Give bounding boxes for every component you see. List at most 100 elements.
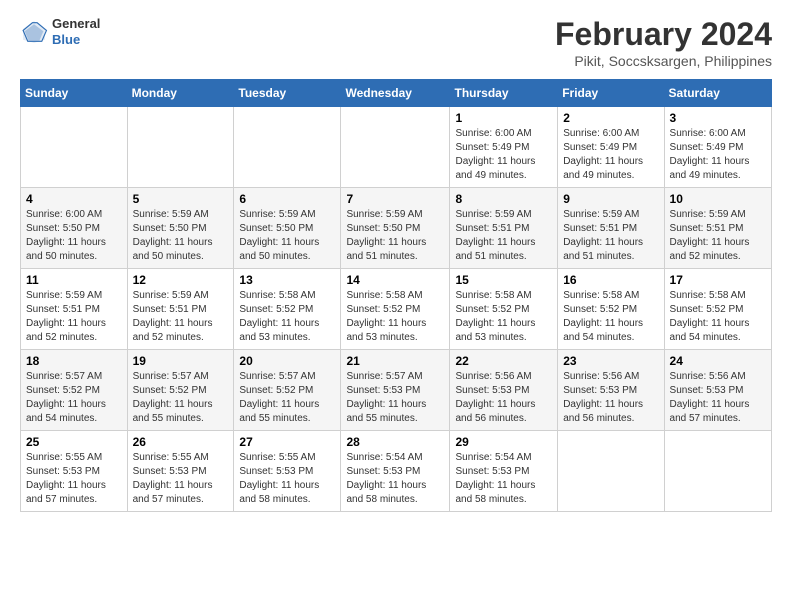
day-number: 21: [346, 354, 444, 368]
day-number: 15: [455, 273, 552, 287]
logo-icon: [20, 18, 48, 46]
day-info: Sunrise: 6:00 AMSunset: 5:49 PMDaylight:…: [455, 127, 552, 183]
logo: General Blue: [20, 16, 100, 47]
calendar-cell: 22 Sunrise: 5:56 AMSunset: 5:53 PMDayligh…: [450, 350, 558, 431]
day-number: 26: [133, 435, 229, 449]
calendar-cell: 29Sunrise: 5:54 AMSunset: 5:53 PMDayligh…: [450, 431, 558, 512]
calendar-cell: [234, 107, 341, 188]
day-number: 3: [670, 111, 766, 125]
calendar-cell: 2 Sunrise: 6:00 AMSunset: 5:49 PMDaylight…: [558, 107, 664, 188]
calendar-cell: [21, 107, 128, 188]
calendar-cell: 12 Sunrise: 5:59 AMSunset: 5:51 PMDayligh…: [127, 269, 234, 350]
location: Pikit, Soccsksargen, Philippines: [555, 53, 772, 69]
calendar-header: SundayMondayTuesdayWednesdayThursdayFrid…: [21, 80, 772, 107]
day-info: Sunrise: 5:59 AMSunset: 5:51 PMDaylight:…: [26, 289, 122, 345]
calendar-cell: 10Sunrise: 5:59 AMSunset: 5:51 PMDayligh…: [664, 188, 771, 269]
calendar-cell: 15 Sunrise: 5:58 AMSunset: 5:52 PMDayligh…: [450, 269, 558, 350]
day-info: Sunrise: 5:57 AMSunset: 5:52 PMDaylight:…: [133, 370, 229, 426]
day-number: 22: [455, 354, 552, 368]
weekday-header: Thursday: [450, 80, 558, 107]
day-number: 7: [346, 192, 444, 206]
calendar-cell: 24 Sunrise: 5:56 AMSunset: 5:53 PMDayligh…: [664, 350, 771, 431]
calendar-week-row: 25Sunrise: 5:55 AMSunset: 5:53 PMDayligh…: [21, 431, 772, 512]
day-number: 17: [670, 273, 766, 287]
day-number: 23: [563, 354, 658, 368]
day-number: 13: [239, 273, 335, 287]
day-info: Sunrise: 6:00 AMSunset: 5:50 PMDaylight:…: [26, 208, 122, 264]
header: General Blue February 2024 Pikit, Soccsk…: [20, 16, 772, 69]
calendar-cell: 9 Sunrise: 5:59 AMSunset: 5:51 PMDaylight…: [558, 188, 664, 269]
day-info: Sunrise: 5:58 AMSunset: 5:52 PMDaylight:…: [563, 289, 658, 345]
day-info: Sunrise: 5:55 AMSunset: 5:53 PMDaylight:…: [26, 451, 122, 507]
calendar: SundayMondayTuesdayWednesdayThursdayFrid…: [20, 79, 772, 512]
logo-blue: Blue: [52, 32, 100, 48]
day-number: 2: [563, 111, 658, 125]
day-info: Sunrise: 5:58 AMSunset: 5:52 PMDaylight:…: [455, 289, 552, 345]
day-info: Sunrise: 5:58 AMSunset: 5:52 PMDaylight:…: [239, 289, 335, 345]
calendar-cell: 16 Sunrise: 5:58 AMSunset: 5:52 PMDayligh…: [558, 269, 664, 350]
calendar-cell: 25Sunrise: 5:55 AMSunset: 5:53 PMDayligh…: [21, 431, 128, 512]
day-info: Sunrise: 5:58 AMSunset: 5:52 PMDaylight:…: [670, 289, 766, 345]
month-year: February 2024: [555, 16, 772, 53]
calendar-cell: 21Sunrise: 5:57 AMSunset: 5:53 PMDayligh…: [341, 350, 450, 431]
day-number: 5: [133, 192, 229, 206]
day-info: Sunrise: 5:59 AMSunset: 5:51 PMDaylight:…: [455, 208, 552, 264]
calendar-cell: 27 Sunrise: 5:55 AMSunset: 5:53 PMDayligh…: [234, 431, 341, 512]
calendar-cell: [127, 107, 234, 188]
calendar-cell: 26 Sunrise: 5:55 AMSunset: 5:53 PMDayligh…: [127, 431, 234, 512]
day-info: Sunrise: 6:00 AMSunset: 5:49 PMDaylight:…: [563, 127, 658, 183]
day-number: 8: [455, 192, 552, 206]
weekday-row: SundayMondayTuesdayWednesdayThursdayFrid…: [21, 80, 772, 107]
day-number: 1: [455, 111, 552, 125]
day-info: Sunrise: 5:57 AMSunset: 5:52 PMDaylight:…: [239, 370, 335, 426]
calendar-week-row: 18 Sunrise: 5:57 AMSunset: 5:52 PMDayligh…: [21, 350, 772, 431]
calendar-cell: 4 Sunrise: 6:00 AMSunset: 5:50 PMDaylight…: [21, 188, 128, 269]
day-number: 9: [563, 192, 658, 206]
title-section: February 2024 Pikit, Soccsksargen, Phili…: [555, 16, 772, 69]
calendar-cell: 28Sunrise: 5:54 AMSunset: 5:53 PMDayligh…: [341, 431, 450, 512]
day-number: 18: [26, 354, 122, 368]
calendar-cell: 6 Sunrise: 5:59 AMSunset: 5:50 PMDaylight…: [234, 188, 341, 269]
calendar-cell: 23 Sunrise: 5:56 AMSunset: 5:53 PMDayligh…: [558, 350, 664, 431]
day-info: Sunrise: 5:55 AMSunset: 5:53 PMDaylight:…: [239, 451, 335, 507]
calendar-cell: 11 Sunrise: 5:59 AMSunset: 5:51 PMDayligh…: [21, 269, 128, 350]
calendar-cell: [664, 431, 771, 512]
day-info: Sunrise: 5:59 AMSunset: 5:50 PMDaylight:…: [239, 208, 335, 264]
calendar-week-row: 11 Sunrise: 5:59 AMSunset: 5:51 PMDayligh…: [21, 269, 772, 350]
day-info: Sunrise: 5:56 AMSunset: 5:53 PMDaylight:…: [563, 370, 658, 426]
day-number: 27: [239, 435, 335, 449]
day-info: Sunrise: 5:56 AMSunset: 5:53 PMDaylight:…: [455, 370, 552, 426]
day-number: 16: [563, 273, 658, 287]
day-info: Sunrise: 5:59 AMSunset: 5:51 PMDaylight:…: [133, 289, 229, 345]
calendar-cell: [558, 431, 664, 512]
day-info: Sunrise: 5:59 AMSunset: 5:50 PMDaylight:…: [133, 208, 229, 264]
day-number: 12: [133, 273, 229, 287]
day-info: Sunrise: 5:58 AMSunset: 5:52 PMDaylight:…: [346, 289, 444, 345]
day-info: Sunrise: 6:00 AMSunset: 5:49 PMDaylight:…: [670, 127, 766, 183]
weekday-header: Friday: [558, 80, 664, 107]
day-number: 11: [26, 273, 122, 287]
day-info: Sunrise: 5:59 AMSunset: 5:50 PMDaylight:…: [346, 208, 444, 264]
day-number: 10: [670, 192, 766, 206]
day-number: 29: [455, 435, 552, 449]
day-info: Sunrise: 5:59 AMSunset: 5:51 PMDaylight:…: [563, 208, 658, 264]
day-number: 4: [26, 192, 122, 206]
calendar-week-row: 1 Sunrise: 6:00 AMSunset: 5:49 PMDaylight…: [21, 107, 772, 188]
day-number: 28: [346, 435, 444, 449]
day-info: Sunrise: 5:56 AMSunset: 5:53 PMDaylight:…: [670, 370, 766, 426]
calendar-cell: 1 Sunrise: 6:00 AMSunset: 5:49 PMDaylight…: [450, 107, 558, 188]
day-info: Sunrise: 5:55 AMSunset: 5:53 PMDaylight:…: [133, 451, 229, 507]
calendar-body: 1 Sunrise: 6:00 AMSunset: 5:49 PMDaylight…: [21, 107, 772, 512]
calendar-cell: 20Sunrise: 5:57 AMSunset: 5:52 PMDayligh…: [234, 350, 341, 431]
day-number: 6: [239, 192, 335, 206]
day-number: 19: [133, 354, 229, 368]
weekday-header: Saturday: [664, 80, 771, 107]
calendar-cell: [341, 107, 450, 188]
day-info: Sunrise: 5:57 AMSunset: 5:52 PMDaylight:…: [26, 370, 122, 426]
logo-text: General Blue: [52, 16, 100, 47]
calendar-cell: 8 Sunrise: 5:59 AMSunset: 5:51 PMDaylight…: [450, 188, 558, 269]
weekday-header: Tuesday: [234, 80, 341, 107]
calendar-cell: 17 Sunrise: 5:58 AMSunset: 5:52 PMDayligh…: [664, 269, 771, 350]
day-number: 24: [670, 354, 766, 368]
weekday-header: Monday: [127, 80, 234, 107]
